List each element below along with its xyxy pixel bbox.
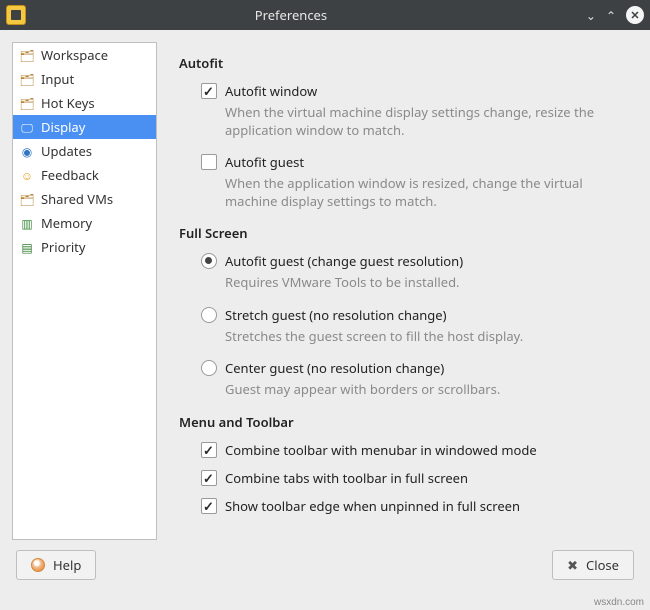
option-autofit-window[interactable]: Autofit window When the virtual machine …	[179, 82, 622, 139]
checkbox-autofit-window[interactable]	[201, 83, 217, 99]
option-desc: Stretches the guest screen to fill the h…	[225, 328, 622, 346]
sidebar-item-label: Workspace	[41, 46, 108, 64]
minimize-button[interactable]: ⌄	[586, 7, 596, 24]
sidebar-item-hotkeys[interactable]: 🗂 Hot Keys	[13, 91, 156, 115]
priority-icon: ▤	[19, 240, 35, 254]
sidebar-item-display[interactable]: 🖵 Display	[13, 115, 156, 139]
radio-fs-stretch-guest[interactable]	[201, 307, 217, 323]
button-label: Help	[53, 556, 81, 574]
sidebar-item-label: Updates	[41, 142, 92, 160]
monitor-icon: 🖵	[19, 120, 35, 134]
sidebar-item-updates[interactable]: ◉ Updates	[13, 139, 156, 163]
content: 🗂 Workspace 🗂 Input 🗂 Hot Keys 🖵 Display…	[0, 30, 650, 550]
checkbox-autofit-guest[interactable]	[201, 154, 217, 170]
option-fs-stretch-guest[interactable]: Stretch guest (no resolution change) Str…	[179, 306, 622, 346]
checkbox-combine-toolbar[interactable]	[201, 442, 217, 458]
window-controls: ⌄ ⌃ ✕	[586, 6, 644, 24]
option-desc: Requires VMware Tools to be installed.	[225, 274, 622, 292]
option-label: Autofit guest (change guest resolution)	[225, 252, 622, 270]
checkbox-show-edge[interactable]	[201, 498, 217, 514]
sidebar-item-sharedvms[interactable]: 🗂 Shared VMs	[13, 187, 156, 211]
folder-icon: 🗂	[19, 96, 35, 110]
sidebar-item-label: Hot Keys	[41, 94, 95, 112]
watermark: wsxdn.com	[594, 597, 644, 608]
option-combine-tabs[interactable]: Combine tabs with toolbar in full screen	[179, 469, 622, 487]
option-label: Autofit guest	[225, 153, 622, 171]
help-icon	[31, 558, 45, 572]
option-label: Stretch guest (no resolution change)	[225, 306, 622, 324]
option-autofit-guest[interactable]: Autofit guest When the application windo…	[179, 153, 622, 210]
option-fs-center-guest[interactable]: Center guest (no resolution change) Gues…	[179, 359, 622, 399]
sidebar-item-input[interactable]: 🗂 Input	[13, 67, 156, 91]
option-fs-autofit-guest[interactable]: Autofit guest (change guest resolution) …	[179, 252, 622, 292]
sidebar-item-label: Shared VMs	[41, 190, 113, 208]
sidebar-item-label: Feedback	[41, 166, 99, 184]
option-label: Autofit window	[225, 82, 622, 100]
option-label: Show toolbar edge when unpinned in full …	[225, 497, 622, 515]
button-label: Close	[586, 556, 619, 574]
memory-icon: ▥	[19, 216, 35, 230]
footer: Help ✖ Close	[0, 550, 650, 594]
checkbox-combine-tabs[interactable]	[201, 470, 217, 486]
option-show-edge[interactable]: Show toolbar edge when unpinned in full …	[179, 497, 622, 515]
option-desc: When the application window is resized, …	[225, 175, 622, 210]
maximize-button[interactable]: ⌃	[606, 7, 616, 24]
option-desc: When the virtual machine display setting…	[225, 104, 622, 139]
option-label: Combine tabs with toolbar in full screen	[225, 469, 622, 487]
close-window-button[interactable]: ✕	[626, 6, 644, 24]
option-desc: Guest may appear with borders or scrollb…	[225, 381, 622, 399]
option-label: Combine toolbar with menubar in windowed…	[225, 441, 622, 459]
feedback-icon: ☺	[19, 168, 35, 182]
section-title-autofit: Autofit	[179, 54, 622, 72]
sidebar-item-label: Input	[41, 70, 74, 88]
option-label: Center guest (no resolution change)	[225, 359, 622, 377]
radio-fs-autofit-guest[interactable]	[201, 253, 217, 269]
updates-icon: ◉	[19, 144, 35, 158]
titlebar: Preferences ⌄ ⌃ ✕	[0, 0, 650, 30]
folder-icon: 🗂	[19, 192, 35, 206]
sidebar: 🗂 Workspace 🗂 Input 🗂 Hot Keys 🖵 Display…	[12, 42, 157, 540]
section-title-menu-toolbar: Menu and Toolbar	[179, 413, 622, 431]
app-icon	[6, 5, 26, 25]
close-button[interactable]: ✖ Close	[552, 550, 634, 580]
help-button[interactable]: Help	[16, 550, 96, 580]
option-combine-toolbar[interactable]: Combine toolbar with menubar in windowed…	[179, 441, 622, 459]
sidebar-item-memory[interactable]: ▥ Memory	[13, 211, 156, 235]
folder-icon: 🗂	[19, 48, 35, 62]
sidebar-item-feedback[interactable]: ☺ Feedback	[13, 163, 156, 187]
radio-fs-center-guest[interactable]	[201, 360, 217, 376]
sidebar-item-label: Display	[41, 118, 85, 136]
window-title: Preferences	[0, 6, 586, 24]
section-title-fullscreen: Full Screen	[179, 224, 622, 242]
sidebar-item-priority[interactable]: ▤ Priority	[13, 235, 156, 259]
folder-icon: 🗂	[19, 72, 35, 86]
sidebar-item-label: Priority	[41, 238, 86, 256]
sidebar-item-label: Memory	[41, 214, 92, 232]
close-icon: ✖	[567, 556, 578, 574]
display-panel: Autofit Autofit window When the virtual …	[157, 42, 638, 540]
sidebar-item-workspace[interactable]: 🗂 Workspace	[13, 43, 156, 67]
